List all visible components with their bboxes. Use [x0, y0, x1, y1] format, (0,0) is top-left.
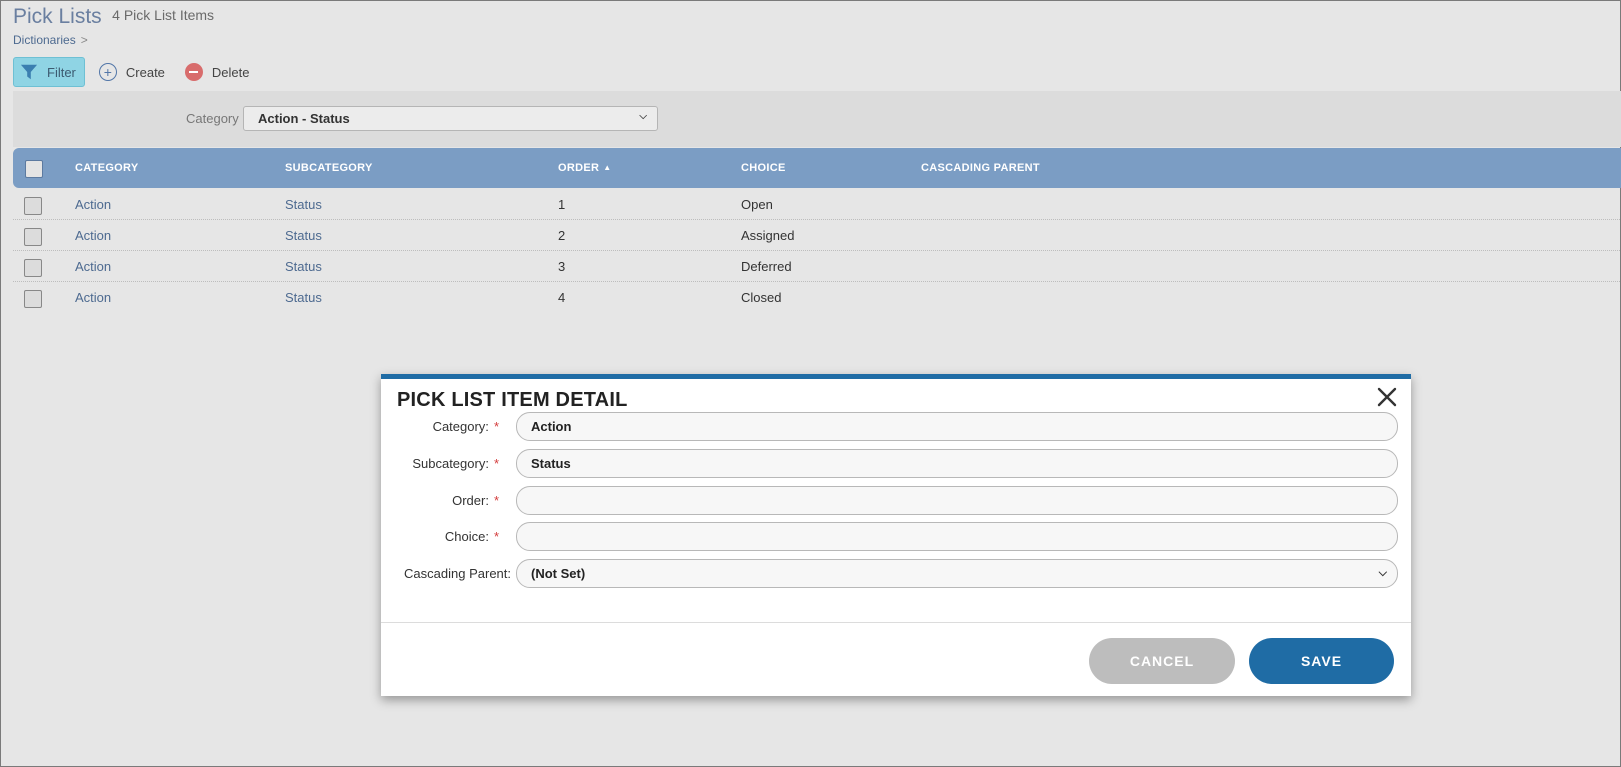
cell-subcategory[interactable]: Status — [285, 290, 322, 305]
category-filter-select[interactable]: Action - Status ⌵ — [243, 106, 658, 131]
required-marker: * — [493, 419, 499, 434]
order-field-label: Order: * — [452, 493, 499, 508]
sort-ascending-icon: ▲ — [603, 163, 612, 172]
table-row[interactable]: Action Status 3 Deferred — [13, 251, 1621, 282]
row-checkbox[interactable] — [24, 290, 42, 308]
chevron-down-icon: ⌵ — [639, 111, 647, 122]
dialog-divider — [381, 622, 1411, 623]
category-field-row: Category: * Action — [381, 412, 1411, 442]
cell-choice: Deferred — [741, 259, 792, 274]
required-marker: * — [493, 456, 499, 471]
cell-category[interactable]: Action — [75, 290, 111, 305]
column-header-category[interactable]: CATEGORY — [75, 162, 139, 174]
table-row[interactable]: Action Status 2 Assigned — [13, 220, 1621, 251]
save-button[interactable]: SAVE — [1249, 638, 1394, 684]
pick-list-item-detail-dialog: PICK LIST ITEM DETAIL Category: * Action … — [381, 374, 1411, 696]
subcategory-field-label: Subcategory: * — [412, 456, 499, 471]
delete-button-label: Delete — [211, 64, 250, 80]
page-title: Pick Lists — [13, 5, 102, 28]
choice-field-label: Choice: * — [444, 529, 499, 544]
delete-button[interactable]: Delete — [179, 57, 260, 87]
column-header-cascading-parent[interactable]: CASCADING PARENT — [921, 162, 1040, 174]
subcategory-field-row: Subcategory: * Status — [381, 449, 1411, 479]
category-field-label: Category: * — [432, 419, 499, 434]
order-field[interactable] — [516, 486, 1398, 515]
column-header-order[interactable]: ORDER ▲ — [558, 162, 611, 174]
row-checkbox[interactable] — [24, 259, 42, 277]
cell-order: 1 — [558, 197, 566, 212]
cancel-button[interactable]: CANCEL — [1089, 638, 1235, 684]
cell-order: 2 — [558, 228, 566, 243]
create-button-label: Create — [125, 64, 165, 80]
required-marker: * — [493, 529, 499, 544]
close-icon[interactable] — [1375, 385, 1399, 409]
cell-choice: Open — [741, 197, 773, 212]
dialog-title: PICK LIST ITEM DETAIL — [397, 389, 628, 411]
chevron-down-icon: ⌵ — [1378, 567, 1387, 579]
select-all-checkbox[interactable] — [25, 160, 43, 178]
column-header-order-label: ORDER — [558, 162, 600, 174]
cell-category[interactable]: Action — [75, 228, 111, 243]
row-checkbox[interactable] — [24, 197, 42, 215]
category-filter-label: Category — [186, 111, 239, 126]
page-header: Pick Lists 4 Pick List Items — [13, 5, 214, 29]
toolbar: Filter + Create Delete — [13, 57, 260, 87]
column-header-subcategory[interactable]: SUBCATEGORY — [285, 162, 373, 174]
cell-subcategory[interactable]: Status — [285, 197, 322, 212]
order-field-row: Order: * — [381, 486, 1411, 516]
breadcrumb: Dictionaries > — [13, 33, 88, 47]
cell-order: 4 — [558, 290, 566, 305]
cell-category[interactable]: Action — [75, 259, 111, 274]
filter-button-label: Filter — [47, 64, 76, 80]
cell-choice: Assigned — [741, 228, 795, 243]
category-filter-value: Action - Status — [258, 111, 350, 126]
breadcrumb-dictionaries[interactable]: Dictionaries — [13, 33, 76, 47]
item-count: 4 Pick List Items — [112, 7, 215, 23]
circle-plus-icon: + — [98, 63, 117, 81]
category-field[interactable]: Action — [516, 412, 1398, 441]
filter-icon — [20, 63, 38, 81]
subcategory-field[interactable]: Status — [516, 449, 1398, 478]
cascading-parent-field-label: Cascading Parent: — [404, 566, 511, 581]
cell-category[interactable]: Action — [75, 197, 111, 212]
cell-subcategory[interactable]: Status — [285, 259, 322, 274]
circle-minus-icon — [184, 63, 203, 81]
cascading-parent-select[interactable]: (Not Set) ⌵ — [516, 559, 1398, 588]
column-header-choice[interactable]: CHOICE — [741, 162, 786, 174]
table-row[interactable]: Action Status 4 Closed — [13, 282, 1621, 313]
cascading-parent-value: (Not Set) — [531, 566, 586, 581]
choice-field[interactable] — [516, 522, 1398, 551]
filter-bar: Category Action - Status ⌵ — [13, 91, 1621, 147]
required-marker: * — [493, 493, 499, 508]
filter-button[interactable]: Filter — [13, 57, 85, 87]
table-row[interactable]: Action Status 1 Open — [13, 189, 1621, 220]
breadcrumb-separator: > — [80, 33, 88, 47]
create-button[interactable]: + Create — [93, 57, 175, 87]
cell-subcategory[interactable]: Status — [285, 228, 322, 243]
choice-field-row: Choice: * — [381, 522, 1411, 552]
cascading-parent-field-row: Cascading Parent: (Not Set) ⌵ — [381, 559, 1411, 589]
cell-order: 3 — [558, 259, 566, 274]
row-checkbox[interactable] — [24, 228, 42, 246]
table-header: CATEGORY SUBCATEGORY ORDER ▲ CHOICE CASCA… — [13, 148, 1621, 188]
cell-choice: Closed — [741, 290, 782, 305]
